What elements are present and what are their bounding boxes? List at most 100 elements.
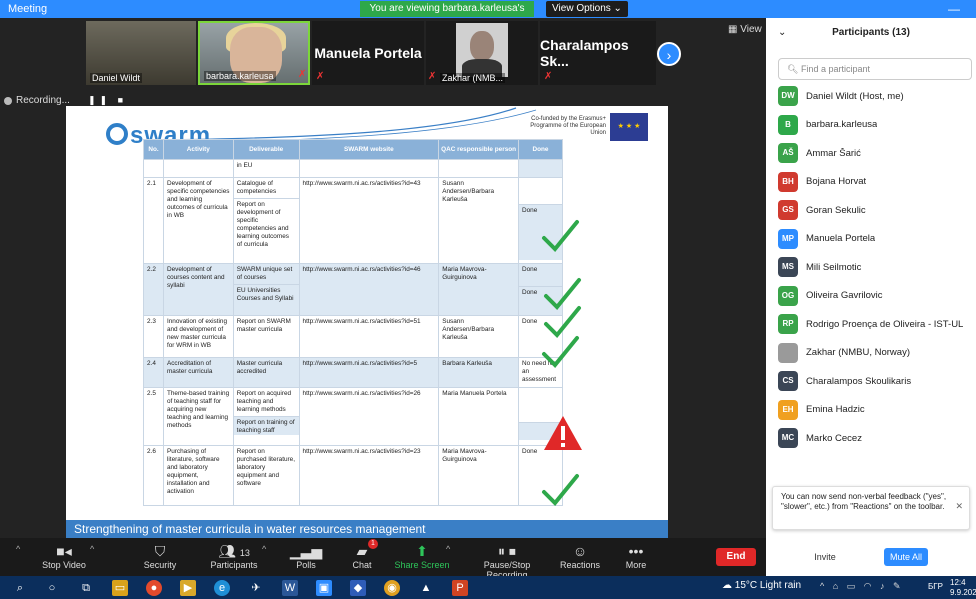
thumb-name: Manuela Portela	[314, 45, 422, 61]
person-face	[470, 31, 494, 61]
weather-widget[interactable]: ☁ 15°C Light rain	[722, 580, 801, 591]
participant-row[interactable]: CS Charalampos Skoulikaris	[778, 369, 974, 393]
stop-video-button[interactable]: ■◂ Stop Video	[34, 542, 94, 574]
participants-count: 13	[239, 548, 250, 558]
mic-muted-icon: ✗	[544, 71, 553, 82]
cloud-icon: ☁	[722, 580, 732, 591]
cell-no: 2.6	[143, 445, 164, 506]
deliverable-text: Catalogue of competencies	[236, 180, 277, 195]
pause-stop-recording-button[interactable]: ⏸ ⏹ Pause/Stop Recording	[462, 542, 552, 580]
cell-person: Maria Mavrova-Guirguinova	[438, 263, 519, 316]
check-mark-icon	[542, 474, 579, 506]
avatar: GS	[778, 200, 798, 220]
avatar: OG	[778, 285, 798, 306]
video-thumbnails: Daniel Wildt barbara.karleusa ✗ Manuela …	[0, 18, 766, 88]
participant-row[interactable]: GS Goran Sekulic	[778, 198, 974, 222]
clock[interactable]: 12:4 9.9.202	[950, 578, 976, 598]
end-meeting-button[interactable]: End	[716, 548, 756, 566]
cell-deliverable: Catalogue of competencies Report on deve…	[232, 177, 300, 264]
participant-row[interactable]: OG Oliveira Gavrilovic	[778, 284, 974, 308]
meeting-area: Daniel Wildt barbara.karleusa ✗ Manuela …	[0, 18, 766, 538]
chat-unread-badge: 1	[368, 539, 378, 549]
video-thumb-barbara[interactable]: barbara.karleusa ✗	[198, 21, 310, 85]
word-icon[interactable]: W	[282, 580, 298, 596]
next-page-arrow-icon[interactable]: ›	[657, 42, 681, 66]
cell-person: Susann Andersen/Barbara Karleuša	[438, 315, 519, 358]
chevron-up-icon[interactable]: ^	[262, 544, 266, 554]
col-header: Done	[517, 139, 564, 160]
col-header: QAC responsible person	[438, 139, 519, 160]
collapse-chevron-icon[interactable]: ⌄	[778, 18, 786, 48]
zoom-window: Meeting You are viewing barbara.karleusa…	[0, 0, 976, 599]
task-view-icon[interactable]: ⧉	[78, 580, 94, 596]
participant-row[interactable]: MS Mili Seilmotic	[778, 255, 974, 279]
view-layout-button[interactable]: ▦ View	[728, 24, 762, 35]
more-button[interactable]: ••• More	[606, 542, 666, 574]
avatar	[778, 342, 798, 363]
participant-name: Rodrigo Proença de Oliveira - IST-UL	[806, 318, 964, 330]
chat-button[interactable]: ▰ Chat	[332, 542, 392, 574]
cortana-icon[interactable]: ○	[44, 580, 60, 596]
invite-button[interactable]: Invite	[810, 549, 840, 565]
powerpoint-icon[interactable]: P	[452, 580, 468, 596]
video-thumb-manuela[interactable]: Manuela Portela ✗	[312, 21, 424, 85]
app-icon[interactable]: ✈	[248, 580, 264, 596]
media-player-icon[interactable]: ▶	[180, 580, 196, 596]
share-screen-button[interactable]: ⬆ Share Screen	[392, 542, 452, 574]
participant-search-input[interactable]: 🔍︎ Find a participant	[778, 58, 972, 80]
participant-row[interactable]: DW Daniel Wildt (Host, me)	[778, 84, 974, 108]
chevron-up-icon[interactable]: ^	[16, 544, 20, 554]
participant-row[interactable]: RP Rodrigo Proença de Oliveira - IST-UL	[778, 312, 974, 336]
feedback-tooltip: You can now send non-verbal feedback ("y…	[772, 486, 970, 530]
cell-deliverable: Master curricula accredited	[232, 357, 300, 388]
warning-triangle-icon	[544, 416, 582, 450]
chrome-icon[interactable]: ●	[146, 580, 162, 596]
vlc-icon[interactable]: ▲	[418, 580, 434, 596]
mute-all-button[interactable]: Mute All	[884, 548, 928, 566]
cell-deliverable: in EU	[232, 159, 300, 178]
participant-row[interactable]: MP Manuela Portela	[778, 227, 974, 251]
app-icon[interactable]: ◆	[350, 580, 366, 596]
participant-row[interactable]: Zakhar (NMBU, Norway)	[778, 341, 974, 365]
avatar: EH	[778, 399, 798, 420]
video-thumb-charalampos[interactable]: Charalampos Sk... ✗	[540, 21, 656, 85]
table-row: 2.3 Innovation of existing and developme…	[143, 315, 564, 358]
app-icon[interactable]: ◉	[384, 580, 400, 596]
zoom-icon[interactable]: ▣	[316, 580, 332, 596]
activities-table: No. Activity Deliverable SWARM website Q…	[143, 139, 564, 506]
edge-icon[interactable]: e	[214, 580, 230, 596]
system-tray-icons[interactable]: ^ ⌂ ▭ ◠ ♪ ✎	[820, 581, 904, 592]
cell-deliverable: Report on purchased literature, laborato…	[232, 445, 300, 506]
tooltip-text: You can now send non-verbal feedback ("y…	[781, 492, 947, 511]
search-icon[interactable]: ⌕	[12, 580, 28, 596]
participant-row[interactable]: MC Marko Cecez	[778, 426, 974, 450]
minimize-button[interactable]: —	[944, 2, 964, 16]
close-icon[interactable]: ✕	[955, 501, 963, 511]
participant-row[interactable]: EH Emina Hadzic	[778, 398, 974, 422]
video-thumb-daniel[interactable]: Daniel Wildt	[86, 21, 196, 85]
cell-activity: Accreditation of master curricula	[162, 357, 234, 388]
language-indicator[interactable]: БГР	[928, 582, 943, 591]
recording-controls[interactable]: ❚❚ ■	[88, 95, 127, 106]
cell-person	[438, 159, 519, 178]
participants-panel: ⌄ Participants (13) 🔍︎ Find a participan…	[766, 18, 976, 576]
avatar: DW	[778, 86, 798, 106]
cell-no: 2.3	[143, 315, 164, 358]
video-thumb-zakhar[interactable]: ✗ Zakhar (NMB...	[426, 21, 538, 85]
clock-time: 12:4	[950, 578, 966, 587]
view-options-button[interactable]: View Options ⌄	[546, 1, 628, 17]
participants-button[interactable]: 👥︎ 13 Participants	[204, 542, 264, 574]
file-explorer-icon[interactable]: ▭	[112, 580, 128, 596]
cell-website: http://www.swarm.ni.ac.rs/activities?id=…	[298, 177, 440, 264]
chevron-up-icon[interactable]: ^	[90, 544, 94, 554]
participant-name: Bojana Horvat	[806, 176, 867, 187]
panel-title: Participants (13)	[832, 27, 910, 38]
reactions-button[interactable]: ☺ Reactions	[550, 542, 610, 574]
polls-button[interactable]: ▁▃▅ Polls	[276, 542, 336, 574]
participant-row[interactable]: Bbarbara.karleusa	[778, 113, 974, 137]
chevron-up-icon[interactable]: ^	[446, 544, 450, 554]
participant-row[interactable]: AŠ Ammar Šarić	[778, 141, 974, 165]
security-button[interactable]: ⛉ Security	[130, 542, 190, 574]
avatar: CS	[778, 371, 798, 391]
participant-row[interactable]: BH Bojana Horvat	[778, 170, 974, 194]
